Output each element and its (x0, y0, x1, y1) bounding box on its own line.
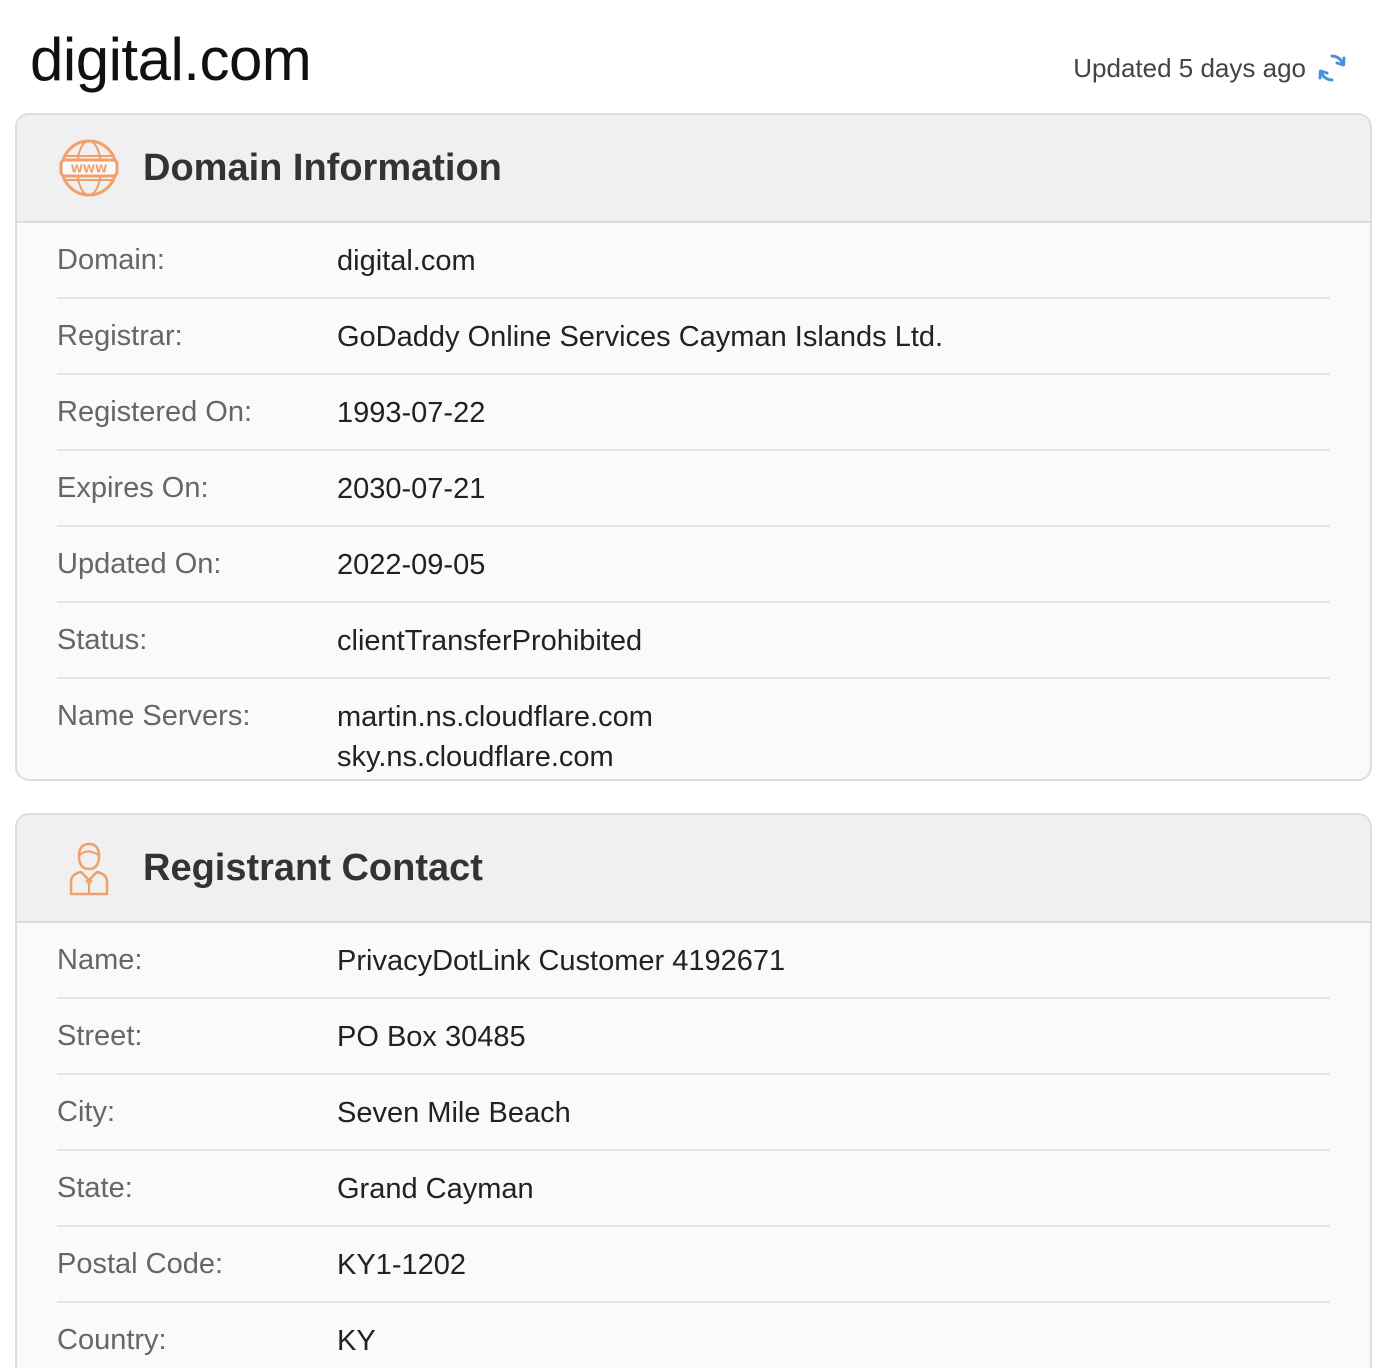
contact-row-city: City: Seven Mile Beach (57, 1075, 1330, 1151)
row-label: Name: (57, 944, 143, 976)
row-value: 1993-07-22 (337, 397, 486, 429)
row-label: Domain: (57, 244, 165, 276)
registrant-contact-card: Registrant Contact Name: PrivacyDotLink … (15, 813, 1372, 1368)
page-title: digital.com (30, 26, 312, 93)
name-server-list: martin.ns.cloudflare.com sky.ns.cloudfla… (337, 697, 653, 777)
person-icon (57, 836, 121, 900)
row-label: Registered On: (57, 396, 253, 428)
row-label: Country: (57, 1324, 167, 1356)
refresh-icon[interactable] (1314, 50, 1350, 86)
domain-information-rows: Domain: digital.com Registrar: GoDaddy O… (17, 223, 1370, 779)
row-value: PrivacyDotLink Customer 4192671 (337, 945, 786, 977)
name-server: sky.ns.cloudflare.com (337, 741, 614, 773)
whois-page: digital.com Updated 5 days ago WWW Domai… (0, 0, 1392, 1368)
row-label: Name Servers: (57, 700, 251, 732)
row-value: Grand Cayman (337, 1173, 534, 1205)
info-row-name-servers: Name Servers: martin.ns.cloudflare.com s… (57, 679, 1330, 779)
row-label: Street: (57, 1020, 143, 1052)
updated-text: Updated 5 days ago (1073, 52, 1306, 83)
registrant-contact-rows: Name: PrivacyDotLink Customer 4192671 St… (17, 923, 1370, 1368)
row-value: Seven Mile Beach (337, 1097, 571, 1129)
row-label: Expires On: (57, 472, 209, 504)
domain-information-header: WWW Domain Information (17, 115, 1370, 223)
contact-row-state: State: Grand Cayman (57, 1151, 1330, 1227)
contact-row-postal-code: Postal Code: KY1-1202 (57, 1227, 1330, 1303)
row-value: digital.com (337, 245, 476, 277)
row-label: Status: (57, 624, 148, 656)
row-value: clientTransferProhibited (337, 625, 643, 657)
contact-row-street: Street: PO Box 30485 (57, 999, 1330, 1075)
name-server: martin.ns.cloudflare.com (337, 701, 653, 733)
card-title: Domain Information (143, 146, 502, 189)
row-value: 2022-09-05 (337, 549, 486, 581)
info-row-status: Status: clientTransferProhibited (57, 603, 1330, 679)
row-label: Postal Code: (57, 1248, 224, 1280)
info-row-domain: Domain: digital.com (57, 223, 1330, 299)
row-label: Updated On: (57, 548, 222, 580)
info-row-registered-on: Registered On: 1993-07-22 (57, 375, 1330, 451)
www-globe-icon: WWW (57, 136, 121, 200)
registrant-contact-header: Registrant Contact (17, 815, 1370, 923)
row-value: GoDaddy Online Services Cayman Islands L… (337, 321, 944, 353)
row-label: City: (57, 1096, 115, 1128)
row-label: Registrar: (57, 320, 183, 352)
row-value: KY1-1202 (337, 1249, 466, 1281)
row-value: 2030-07-21 (337, 473, 486, 505)
contact-row-country: Country: KY (57, 1303, 1330, 1368)
top-bar: digital.com Updated 5 days ago (0, 0, 1392, 112)
row-value: KY (337, 1325, 376, 1357)
info-row-registrar: Registrar: GoDaddy Online Services Cayma… (57, 299, 1330, 375)
domain-information-card: WWW Domain Information Domain: digital.c… (15, 113, 1372, 781)
updated-status: Updated 5 days ago (1073, 50, 1350, 86)
card-title: Registrant Contact (143, 846, 483, 889)
row-value: PO Box 30485 (337, 1021, 526, 1053)
svg-text:WWW: WWW (71, 163, 107, 176)
row-label: State: (57, 1172, 133, 1204)
info-row-expires-on: Expires On: 2030-07-21 (57, 451, 1330, 527)
contact-row-name: Name: PrivacyDotLink Customer 4192671 (57, 923, 1330, 999)
info-row-updated-on: Updated On: 2022-09-05 (57, 527, 1330, 603)
